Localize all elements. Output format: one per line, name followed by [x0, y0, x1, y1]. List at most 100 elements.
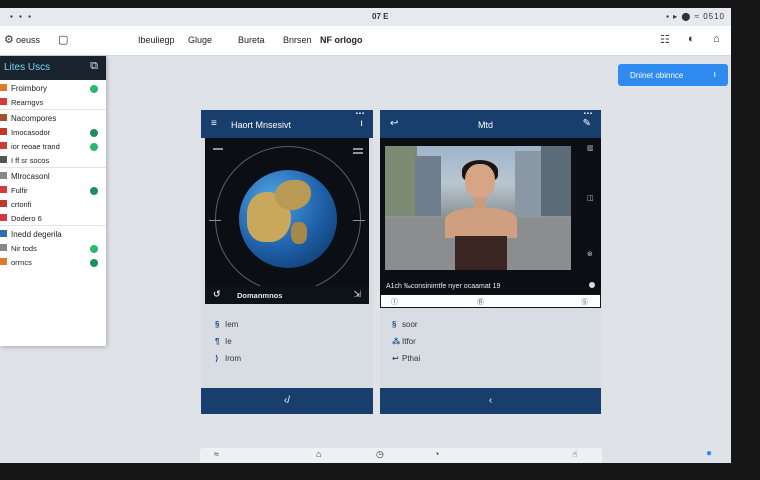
pin-icon[interactable]: ✎ [583, 118, 591, 129]
status-bar: ▪ ▪ ▪ 07 E ▪ ▸ ⬤ ≈ 0510 [0, 8, 731, 26]
sidebar-item[interactable]: Inedd degerila [0, 228, 106, 242]
clock-icon[interactable]: ◷ [376, 449, 384, 460]
sidebar-item[interactable]: Dodero 6 [0, 212, 106, 226]
panel-media-footer-button[interactable]: ‹ [380, 388, 601, 414]
sidebar-item-icon [0, 186, 7, 193]
header-left-label[interactable]: oeuss [16, 35, 40, 45]
sidebar-item-icon [0, 128, 7, 135]
crosshair-left [209, 220, 221, 221]
more-icon[interactable]: ı [360, 118, 363, 129]
bell-icon[interactable]: ◔ [434, 449, 439, 459]
control-share-button[interactable]: Ⓢ [581, 297, 588, 307]
back-arrow-icon[interactable]: ↩ [390, 118, 398, 129]
signal-dots: ▪▪▪ [355, 111, 365, 117]
sidebar-item[interactable]: ior reoae trand [0, 140, 106, 154]
compass-icon[interactable]: ↺ [213, 289, 221, 300]
sidebar-item[interactable]: I ff sr socos [0, 154, 106, 168]
sidebar-divider [0, 167, 106, 168]
status-dot [589, 282, 595, 288]
sidebar-item-icon [0, 172, 7, 179]
sidebar-item[interactable]: Rearngvs [0, 96, 106, 110]
globe-continent [275, 180, 311, 210]
photo-sidebar: ▥ ◫ ⊛ [581, 138, 601, 280]
list-item[interactable]: § Iem [215, 320, 241, 337]
sidebar-item-icon [0, 84, 7, 91]
settings-icon[interactable]: ⊛ [587, 250, 593, 258]
photo-person-dress [455, 236, 507, 270]
wifi-icon[interactable]: ≈ [214, 449, 219, 459]
expand-icon[interactable]: ⇲ [353, 289, 361, 300]
photo-person-face [465, 164, 495, 198]
settings-icon[interactable]: ⚙ [4, 33, 14, 46]
photo-person [445, 208, 517, 238]
grid-icon[interactable]: ▥ [587, 144, 594, 152]
sidebar-item-icon [0, 142, 7, 149]
camera-icon[interactable]: ◫ [587, 194, 594, 202]
menu-icon[interactable]: ≡ [211, 118, 217, 129]
home-icon[interactable]: ⌂ [316, 449, 321, 459]
back-icon: ‹/ [283, 395, 291, 406]
window-icon[interactable]: ▢ [58, 33, 68, 46]
sidebar-item[interactable]: Imocasodor [0, 126, 106, 140]
control-info-button[interactable]: Ⓘ [391, 297, 398, 307]
refresh-icon[interactable]: ◐ [688, 33, 695, 45]
globe-icon [239, 170, 337, 268]
menu-item-4[interactable]: Bnrsen [283, 35, 312, 45]
bottom-toolbar: ≈ ⌂ ◷ ◔ ☝ [200, 448, 602, 463]
globe-view[interactable] [205, 138, 369, 304]
globe-toolbar: ↺ Domanmnos ⇲ [205, 286, 369, 304]
list-item[interactable]: ¶ Ie [215, 337, 241, 354]
panel-map: ≡ Haort Mnsesivt ı ▪▪▪ ↺ Domanmnos ⇲ § Ie… [201, 110, 373, 414]
sidebar-item[interactable]: Mlrocasonl [0, 170, 106, 184]
menu-item-1[interactable]: Ibeuliegp [138, 35, 175, 45]
sidebar-item-label: I ff sr socos [11, 156, 50, 165]
sidebar-item-icon [0, 214, 7, 221]
photo-building [385, 146, 417, 216]
menu-item-3[interactable]: Bureta [238, 35, 265, 45]
filter-icon[interactable]: ☷ [660, 33, 670, 46]
sidebar-status-dot [90, 259, 98, 267]
corner-mark [213, 148, 223, 150]
sync-button[interactable]: Dninet obinnce ı [618, 64, 728, 86]
control-record-button[interactable]: Ⓡ [477, 297, 484, 307]
sidebar-item[interactable]: Froimbory [0, 82, 106, 96]
panel-media-list: § soor ⁂ Itfor ↩ Pthai [392, 320, 420, 371]
panel-map-title: Haort Mnsesivt [231, 120, 292, 130]
sidebar-item[interactable]: crtonfi [0, 198, 106, 212]
sidebar-divider [0, 225, 106, 226]
corner-mark [353, 148, 363, 150]
sidebar-item[interactable]: orrncs [0, 256, 106, 270]
assistant-icon[interactable]: ● [706, 448, 712, 459]
list-item[interactable]: ↩ Pthai [392, 354, 420, 371]
sidebar-item[interactable]: Nir tods [0, 242, 106, 256]
menu-item-2[interactable]: Gluge [188, 35, 212, 45]
app-header: ⚙ oeuss ▢ Ibeuliegp Gluge Bureta Bnrsen … [0, 26, 731, 56]
photo-view[interactable]: ▥ ◫ ⊛ [380, 138, 601, 280]
panel-media-header: ↩ Mtd ✎ ▪▪▪ [380, 110, 601, 138]
sidebar-title: Lites Uscs [4, 62, 51, 73]
panel-map-footer-button[interactable]: ‹/ [201, 388, 373, 414]
sidebar-item-label: Inedd degerila [11, 230, 62, 239]
photo[interactable] [385, 146, 571, 270]
list-item[interactable]: ⟩ Irom [215, 354, 241, 371]
corner-mark [353, 152, 363, 154]
sidebar-item[interactable]: Nacompores [0, 112, 106, 126]
sidebar-item-label: ior reoae trand [11, 142, 60, 151]
photo-caption: A1ch ‰consinimtfe nyer ocaamat 19 [380, 280, 601, 294]
sidebar-divider [0, 109, 106, 110]
menu-item-5[interactable]: NF orlogo [320, 35, 363, 45]
sidebar-item-icon [0, 98, 7, 105]
photo-building [515, 151, 543, 217]
sidebar-item-icon [0, 258, 7, 265]
sidebar-item-icon [0, 156, 7, 163]
photo-controls: Ⓘ Ⓡ Ⓢ [380, 294, 601, 308]
sidebar-item[interactable]: Fulfir [0, 184, 106, 198]
lock-icon[interactable]: ⌂ [713, 33, 720, 45]
edit-icon[interactable]: ⧉ [90, 60, 98, 73]
list-item[interactable]: § soor [392, 320, 420, 337]
sidebar-item-label: Nacompores [11, 114, 57, 123]
list-item[interactable]: ⁂ Itfor [392, 337, 420, 354]
globe-continent [291, 222, 307, 244]
hand-icon[interactable]: ☝ [572, 449, 577, 460]
sidebar-item-label: crtonfi [11, 200, 32, 209]
